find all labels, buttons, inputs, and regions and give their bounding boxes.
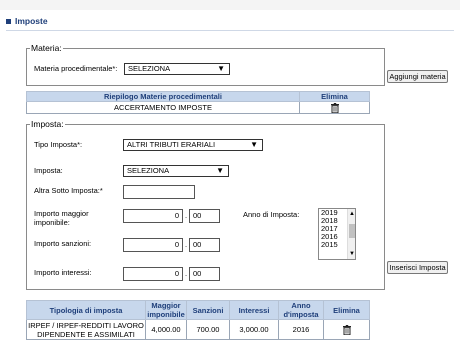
materia-select-value: SELEZIONA	[128, 64, 171, 73]
materia-label: Materia procedimentale*:	[34, 64, 118, 73]
tipo-imposta-select[interactable]: ALTRI TRIBUTI ERARIALI ▼	[123, 139, 263, 151]
section-bullet-icon	[6, 19, 11, 24]
table-row: IRPEF / IRPEF-REDDITI LAVORO DIPENDENTE …	[26, 319, 370, 340]
summary-cell-maggior-imponibile: 4,000.00	[145, 319, 187, 340]
importo-interessi-label: Importo interessi:	[34, 268, 92, 277]
altra-sotto-imposta-input[interactable]	[123, 185, 195, 199]
year-scrollbar[interactable]: ▲ ▼	[347, 209, 355, 259]
table-row: ACCERTAMENTO IMPOSTE	[26, 101, 370, 114]
summary-cell-sanzioni: 700.00	[186, 319, 230, 340]
riepilogo-cell-elimina	[299, 101, 370, 114]
altra-sotto-imposta-label: Altra Sotto Imposta:*	[34, 186, 103, 195]
importo-maggiore-label-line1: Importo maggior	[34, 209, 89, 218]
scroll-up-icon[interactable]: ▲	[349, 211, 355, 217]
summary-header-sanzioni: Sanzioni	[186, 300, 230, 320]
section-divider	[6, 30, 454, 31]
add-materia-button[interactable]: Aggiungi materia	[387, 70, 448, 83]
summary-cell-interessi: 3,000.00	[229, 319, 279, 340]
imposta-legend: Imposta:	[31, 119, 64, 129]
scroll-down-icon[interactable]: ▼	[349, 251, 355, 257]
decimal-separator: .	[185, 240, 188, 249]
riepilogo-table: Riepilogo Materie procedimentali Elimina…	[26, 91, 370, 114]
summary-header-anno: Anno d'imposta	[278, 300, 324, 320]
importo-maggiore-integer-input[interactable]: 0	[123, 209, 183, 223]
importo-sanzioni-label: Importo sanzioni:	[34, 239, 92, 248]
anno-imposta-listbox[interactable]: 2019 2018 2017 2016 2015 ▲ ▼	[318, 208, 356, 260]
materia-legend: Materia:	[31, 43, 62, 53]
inserisci-imposta-button[interactable]: Inserisci Imposta	[387, 261, 448, 274]
importo-maggiore-label-line2: imponibile:	[34, 218, 70, 227]
summary-cell-tipologia: IRPEF / IRPEF-REDDITI LAVORO DIPENDENTE …	[26, 319, 146, 340]
importo-maggiore-decimal-input[interactable]: 00	[189, 209, 220, 223]
imposta-select[interactable]: SELEZIONA ▼	[123, 165, 229, 177]
trash-icon[interactable]	[330, 102, 339, 113]
riepilogo-header-elimina: Elimina	[299, 91, 370, 102]
top-bar	[0, 0, 460, 10]
importo-sanzioni-integer-input[interactable]: 0	[123, 238, 183, 252]
summary-header-tipologia: Tipologia di imposta	[26, 300, 146, 320]
chevron-down-icon: ▼	[217, 64, 225, 73]
summary-cell-elimina	[323, 319, 370, 340]
importo-interessi-decimal-input[interactable]: 00	[189, 267, 220, 281]
decimal-separator: .	[185, 269, 188, 278]
riepilogo-cell-materia: ACCERTAMENTO IMPOSTE	[26, 101, 300, 114]
materia-select[interactable]: SELEZIONA ▼	[124, 63, 230, 75]
summary-header-maggior-imponibile: Maggior imponibile	[145, 300, 187, 320]
anno-imposta-label: Anno di Imposta:	[243, 210, 300, 219]
imposte-summary-table: Tipologia di imposta Maggior imponibile …	[26, 300, 370, 340]
importo-sanzioni-decimal-input[interactable]: 00	[189, 238, 220, 252]
trash-icon[interactable]	[342, 324, 351, 335]
tipo-imposta-value: ALTRI TRIBUTI ERARIALI	[127, 140, 216, 149]
section-title: Imposte	[15, 16, 48, 26]
decimal-separator: .	[185, 211, 188, 220]
importo-interessi-integer-input[interactable]: 0	[123, 267, 183, 281]
summary-cell-anno: 2016	[278, 319, 324, 340]
riepilogo-header-materie: Riepilogo Materie procedimentali	[26, 91, 300, 102]
imposta-select-value: SELEZIONA	[127, 166, 170, 175]
summary-header-elimina: Elimina	[323, 300, 370, 320]
scrollbar-thumb[interactable]	[349, 224, 355, 238]
chevron-down-icon: ▼	[250, 140, 258, 149]
chevron-down-icon: ▼	[216, 166, 224, 175]
summary-header-interessi: Interessi	[229, 300, 279, 320]
tipo-imposta-label: Tipo Imposta*:	[34, 140, 83, 149]
imposta-label: Imposta:	[34, 166, 63, 175]
